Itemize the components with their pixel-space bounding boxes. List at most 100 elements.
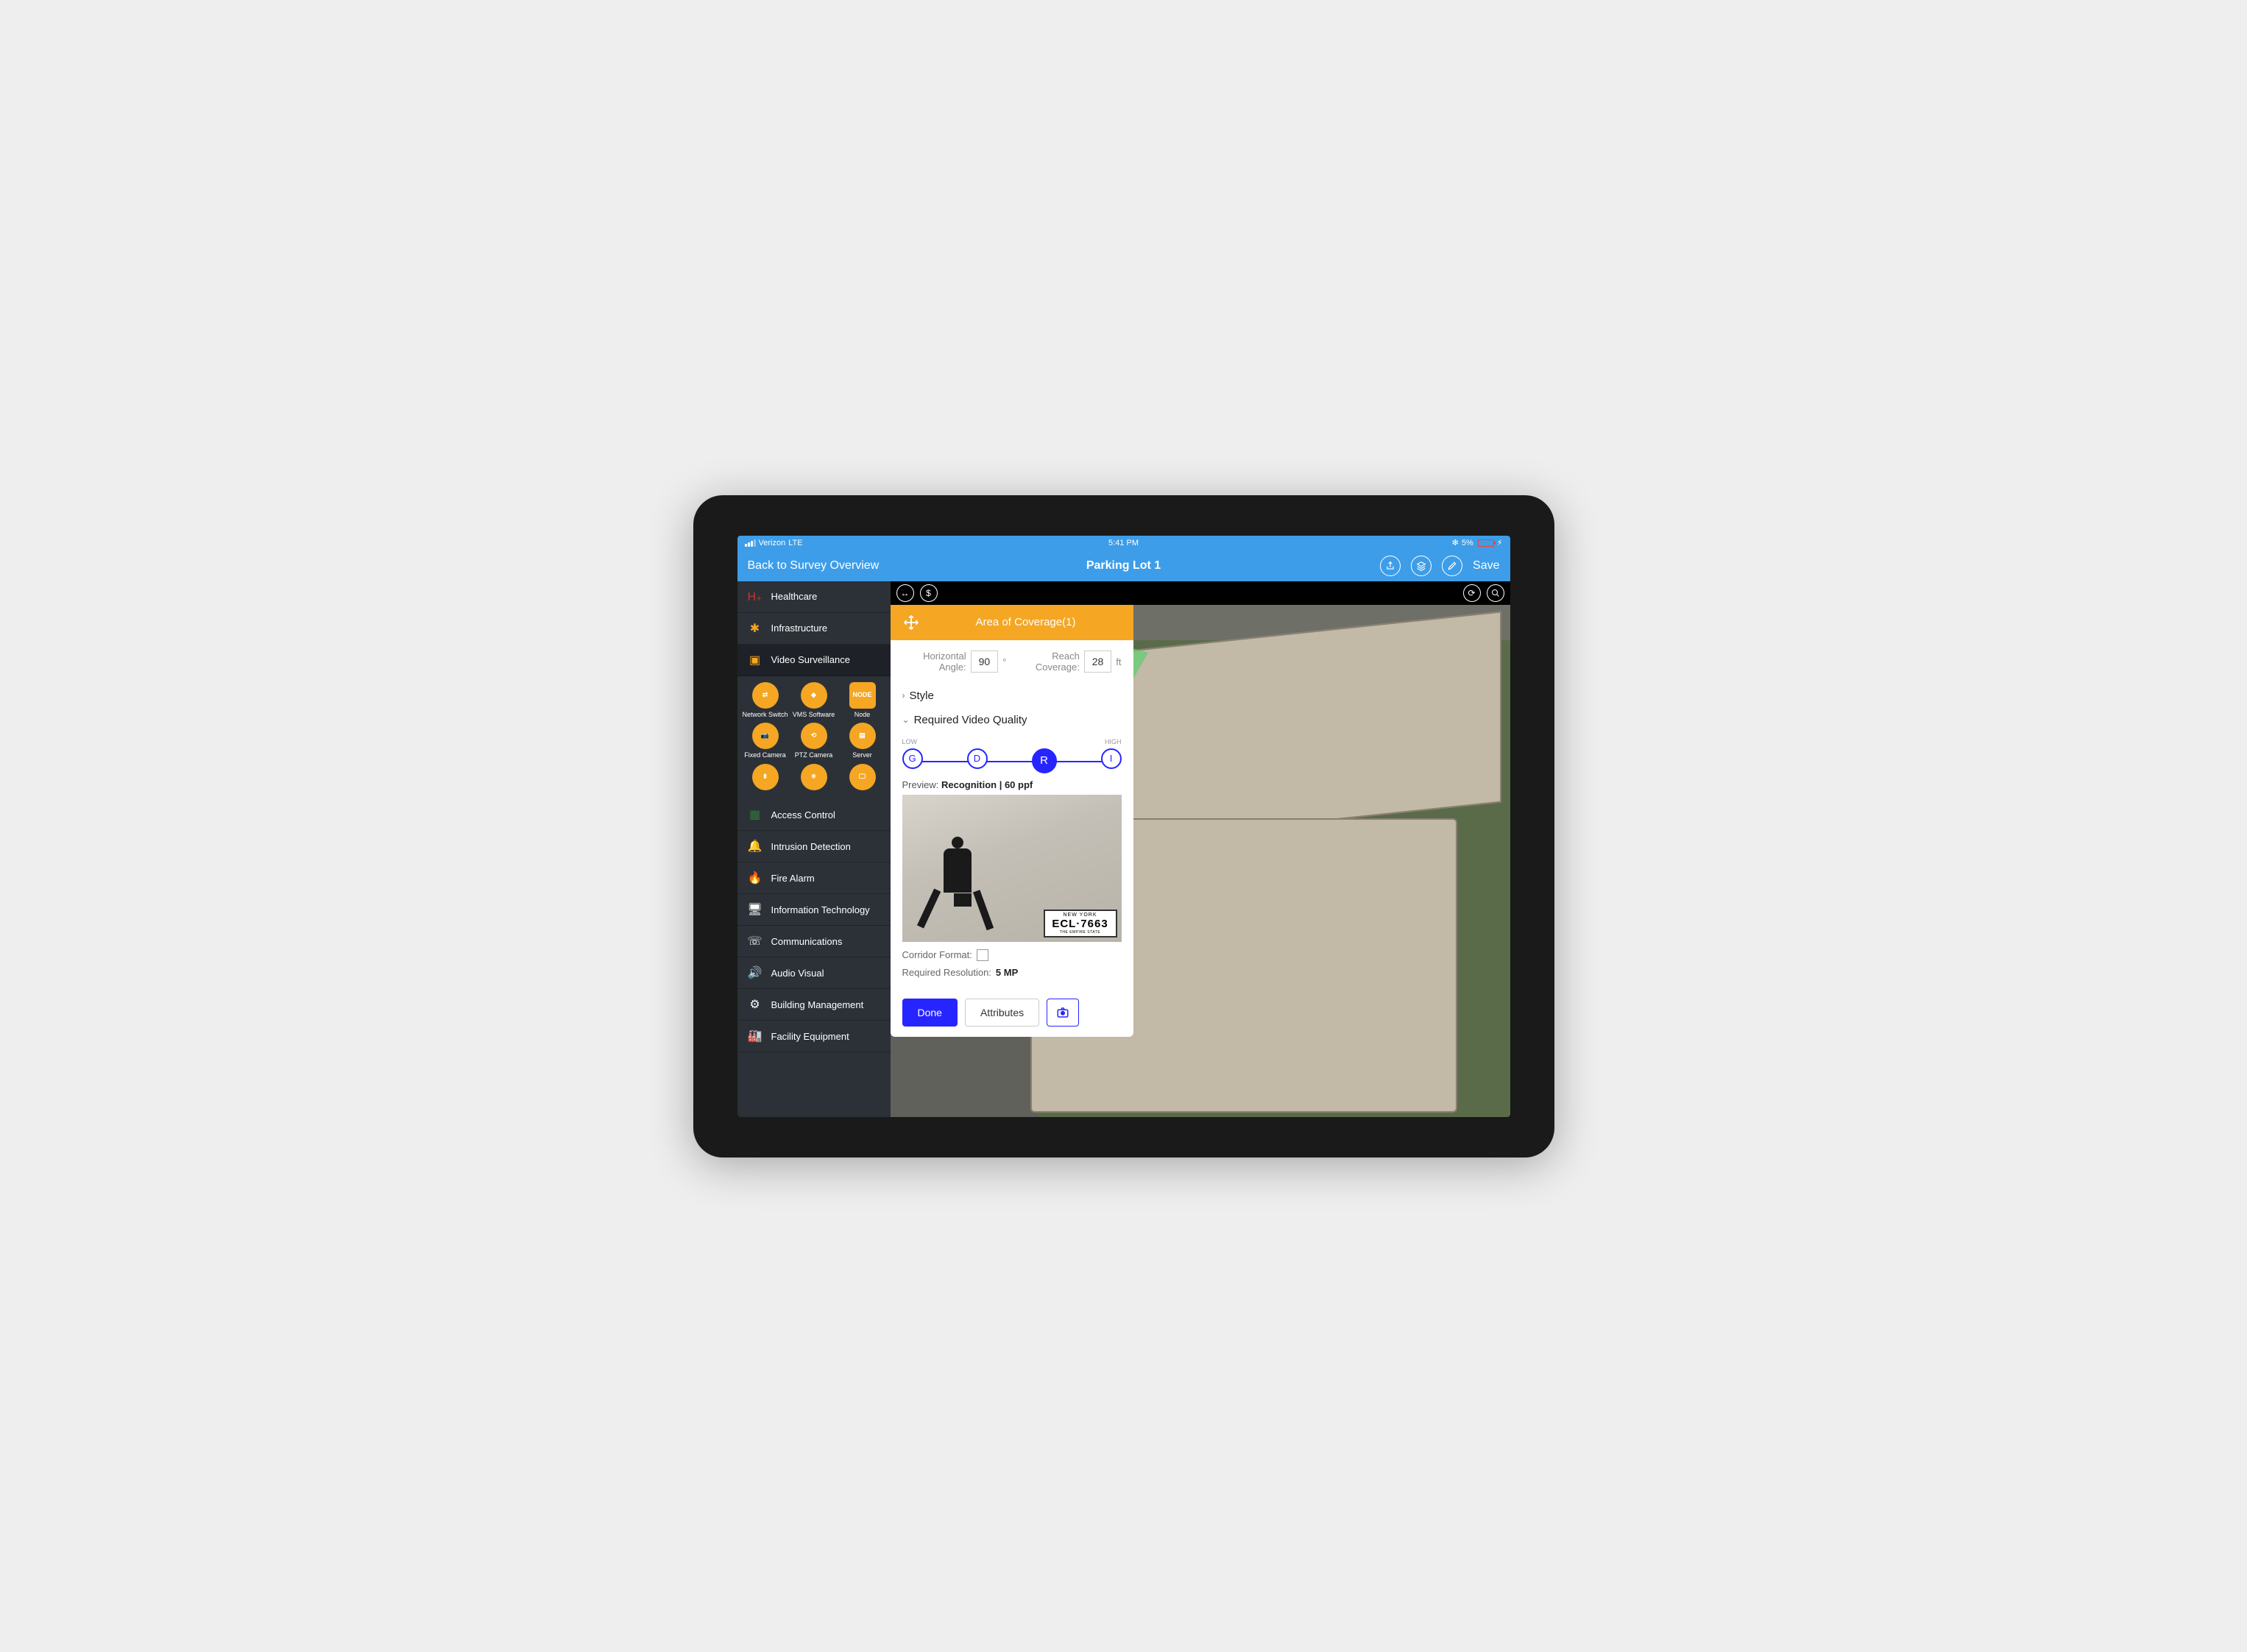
infrastructure-icon: ✱ (748, 621, 762, 636)
battery-label: 5% (1462, 539, 1473, 547)
sidebar-label: Access Control (771, 809, 835, 820)
sidebar-label: Information Technology (771, 904, 870, 915)
layers-button[interactable] (1411, 556, 1432, 576)
share-button[interactable] (1380, 556, 1401, 576)
access-control-icon: ▦ (748, 807, 762, 822)
attributes-button[interactable]: Attributes (965, 999, 1039, 1027)
sidebar-label: Fire Alarm (771, 873, 815, 884)
sidebar-item-facility-equipment[interactable]: 🏭 Facility Equipment (737, 1021, 891, 1052)
sidebar-item-intrusion-detection[interactable]: 🔔 Intrusion Detection (737, 831, 891, 862)
sidebar-label: Facility Equipment (771, 1031, 849, 1042)
low-label: LOW (902, 738, 918, 745)
device-fixed-camera[interactable]: 📷Fixed Camera (742, 723, 789, 759)
it-icon: 🖥 (748, 902, 762, 917)
healthcare-icon: H₊ (748, 589, 762, 604)
device-icon: ⬍ (752, 764, 779, 790)
network-label: LTE (788, 539, 802, 547)
sidebar-item-information-technology[interactable]: 🖥 Information Technology (737, 894, 891, 926)
rvq-label: Required Video Quality (914, 714, 1027, 726)
quality-node-r[interactable]: R (1032, 748, 1057, 773)
style-label: Style (910, 689, 934, 702)
device-icon: ◆ (801, 682, 827, 709)
sidebar-item-fire-alarm[interactable]: 🔥 Fire Alarm (737, 862, 891, 894)
map-toolbar: ↔ $ ⟳ (891, 581, 1510, 605)
device-network-switch[interactable]: ⇄Network Switch (742, 682, 789, 719)
sidebar-label: Intrusion Detection (771, 841, 851, 852)
snapshot-button[interactable]: ⟳ (1463, 584, 1481, 602)
back-button[interactable]: Back to Survey Overview (748, 559, 880, 572)
device-item[interactable]: 🖵 (839, 764, 886, 793)
device-node[interactable]: NODENode (839, 682, 886, 719)
carrier-label: Verizon (759, 539, 786, 547)
chevron-down-icon: ⌄ (902, 715, 910, 725)
panel-title: Area of Coverage(1) (929, 616, 1123, 628)
reach-unit: ft (1116, 656, 1121, 667)
sidebar-label: Infrastructure (771, 623, 828, 634)
sidebar-item-healthcare[interactable]: H₊ Healthcare (737, 581, 891, 613)
device-icon: ⟲ (801, 723, 827, 749)
sidebar-item-video-surveillance[interactable]: ▣ Video Surveillance (737, 645, 891, 676)
move-icon[interactable] (901, 612, 921, 633)
charging-icon: ⚡︎ (1497, 538, 1503, 547)
preview-image: NEW YORK ECL·7663 THE EMPIRE STATE (902, 795, 1122, 942)
device-ptz-camera[interactable]: ⟲PTZ Camera (790, 723, 838, 759)
sidebar-label: Healthcare (771, 591, 818, 602)
edit-button[interactable] (1442, 556, 1462, 576)
signal-icon (745, 539, 756, 547)
bluetooth-icon: ✻ (1452, 538, 1459, 547)
cost-button[interactable]: $ (920, 584, 938, 602)
video-quality-disclosure[interactable]: ⌄ Required Video Quality (902, 708, 1122, 732)
fire-icon: 🔥 (748, 871, 762, 885)
h-angle-label: Horizontal Angle: (902, 650, 966, 673)
preview-label: Preview: (902, 779, 939, 790)
camera-capture-button[interactable] (1047, 999, 1079, 1027)
preview-value: Recognition | 60 ppf (941, 779, 1033, 790)
search-button[interactable] (1487, 584, 1504, 602)
device-grid: ⇄Network Switch ◆VMS Software NODENode 📷… (737, 676, 891, 800)
device-item[interactable]: ⬍ (742, 764, 789, 793)
corridor-checkbox[interactable] (977, 949, 988, 961)
page-title: Parking Lot 1 (1086, 559, 1161, 572)
sidebar-item-communications[interactable]: ☏Communications (737, 926, 891, 957)
device-server[interactable]: ▤Server (839, 723, 886, 759)
measure-button[interactable]: ↔ (896, 584, 914, 602)
camera-icon: ▣ (748, 653, 762, 667)
facility-icon: 🏭 (748, 1029, 762, 1043)
corridor-label: Corridor Format: (902, 949, 972, 960)
quality-node-g[interactable]: G (902, 748, 923, 769)
plate-state: NEW YORK (1048, 912, 1113, 918)
resolution-label: Required Resolution: (902, 967, 991, 978)
done-button[interactable]: Done (902, 999, 958, 1027)
license-plate: NEW YORK ECL·7663 THE EMPIRE STATE (1044, 910, 1117, 937)
coverage-panel: Area of Coverage(1) Horizontal Angle: 90… (891, 605, 1133, 1037)
chevron-right-icon: › (902, 690, 905, 701)
status-bar: Verizon LTE 5:41 PM ✻ 5% ⚡︎ (737, 536, 1510, 550)
sidebar-label: Communications (771, 936, 843, 947)
device-icon: 📷 (752, 723, 779, 749)
sidebar-label: Audio Visual (771, 968, 824, 979)
sidebar-label: Video Surveillance (771, 654, 850, 665)
battery-icon (1478, 539, 1494, 547)
pedestrian-figure (939, 837, 976, 936)
device-icon: NODE (849, 682, 876, 709)
device-item[interactable]: ✳ (790, 764, 838, 793)
style-disclosure[interactable]: › Style (902, 684, 1122, 708)
device-icon: ▤ (849, 723, 876, 749)
quality-node-d[interactable]: D (967, 748, 988, 769)
quality-node-i[interactable]: I (1101, 748, 1122, 769)
intrusion-icon: 🔔 (748, 839, 762, 854)
quality-slider[interactable]: G D R I (902, 748, 1122, 773)
nav-bar: Back to Survey Overview Parking Lot 1 Sa… (737, 550, 1510, 581)
sidebar-item-building-management[interactable]: ⚙Building Management (737, 989, 891, 1021)
h-angle-input[interactable]: 90 (971, 650, 998, 673)
av-icon: 🔊 (748, 965, 762, 980)
reach-label: Reach Coverage: (1013, 650, 1080, 673)
panel-header: Area of Coverage(1) (891, 605, 1133, 640)
reach-input[interactable]: 28 (1084, 650, 1111, 673)
save-button[interactable]: Save (1473, 559, 1499, 572)
resolution-value: 5 MP (996, 967, 1018, 978)
sidebar-item-infrastructure[interactable]: ✱ Infrastructure (737, 613, 891, 645)
sidebar-item-access-control[interactable]: ▦ Access Control (737, 799, 891, 831)
device-vms-software[interactable]: ◆VMS Software (790, 682, 838, 719)
sidebar-item-audio-visual[interactable]: 🔊 Audio Visual (737, 957, 891, 989)
